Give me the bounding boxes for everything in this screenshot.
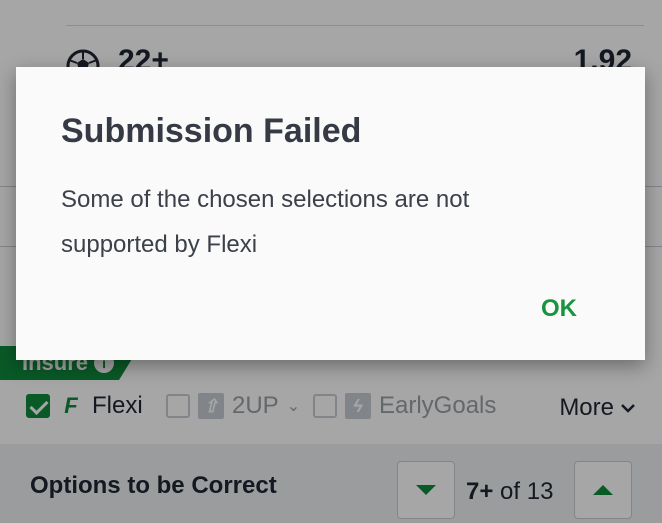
dialog-title: Submission Failed [61,112,362,150]
dialog-message: Some of the chosen selections are not su… [61,186,470,258]
ok-button[interactable]: OK [541,295,577,323]
error-dialog: Submission Failed Some of the chosen sel… [16,67,645,360]
